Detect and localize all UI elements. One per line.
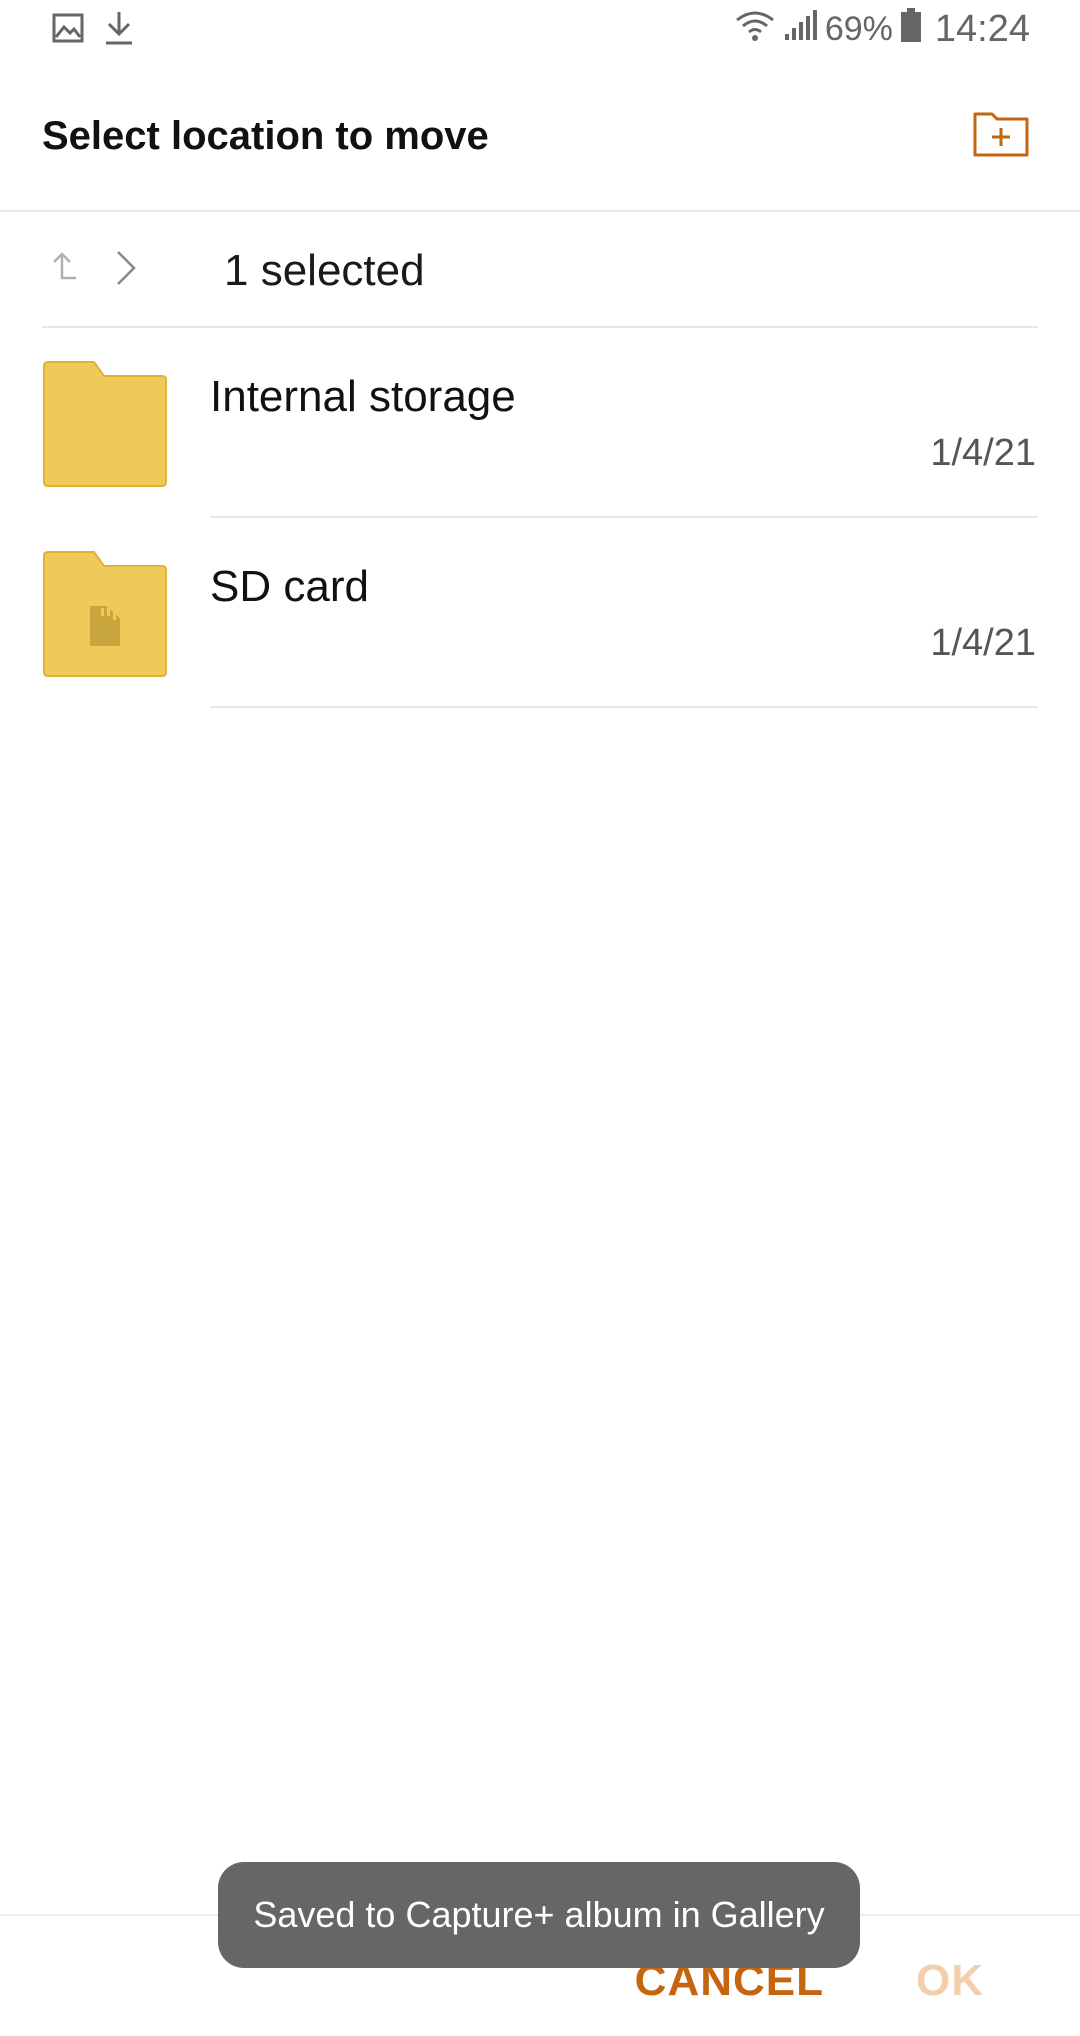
battery-percent: 69% — [824, 10, 893, 48]
gallery-icon — [52, 13, 84, 43]
system-status: 69% 14:24 — [735, 8, 1030, 51]
list-item-internal-storage[interactable]: Internal storage 1/4/21 — [0, 328, 1080, 518]
location-name: SD card — [210, 562, 369, 611]
status-bar: 69% 14:24 — [0, 0, 1080, 64]
app-header: Select location to move — [0, 64, 1080, 212]
toast-message: Saved to Capture+ album in Gallery — [218, 1862, 860, 1968]
signal-icon — [783, 9, 817, 51]
location-name: Internal storage — [210, 372, 516, 421]
download-icon — [104, 10, 134, 46]
clock: 14:24 — [934, 8, 1030, 50]
page-title: Select location to move — [42, 114, 489, 158]
chevron-right-icon[interactable] — [114, 248, 138, 293]
ok-button[interactable]: OK — [916, 1956, 984, 2006]
up-arrow-icon[interactable] — [48, 252, 78, 287]
new-folder-button[interactable] — [972, 108, 1030, 158]
breadcrumb: 1 selected — [42, 212, 1038, 328]
sd-card-folder-icon — [42, 550, 168, 683]
battery-icon — [900, 8, 921, 51]
list-item-sd-card[interactable]: SD card 1/4/21 — [0, 518, 1080, 708]
notification-icons — [52, 10, 134, 46]
selected-count: 1 selected — [224, 246, 425, 295]
new-folder-icon — [973, 112, 1029, 157]
divider — [210, 706, 1038, 708]
location-date: 1/4/21 — [930, 432, 1036, 474]
folder-icon — [42, 360, 168, 493]
wifi-icon — [735, 9, 775, 51]
location-date: 1/4/21 — [930, 622, 1036, 664]
